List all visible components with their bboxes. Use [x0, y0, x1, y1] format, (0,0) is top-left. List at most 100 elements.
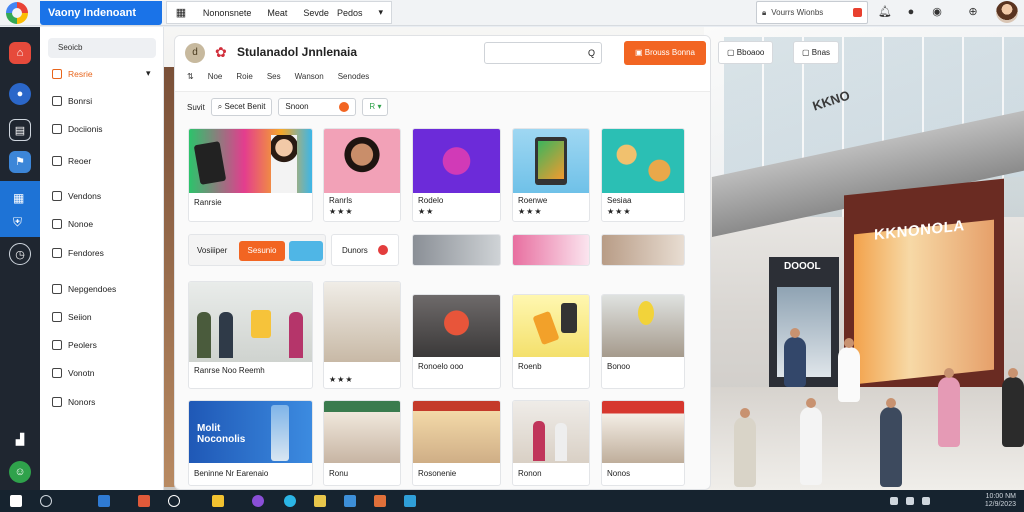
app-icon[interactable] — [344, 495, 356, 507]
sidebar-search[interactable]: Seoicb — [48, 38, 156, 58]
product-card[interactable]: Roenwe ★★★ — [512, 128, 590, 222]
app-icon[interactable] — [314, 495, 326, 507]
product-card[interactable]: Nonos — [601, 400, 685, 486]
subtab[interactable]: Noe — [208, 72, 223, 81]
product-card[interactable]: Ronon — [512, 400, 590, 486]
app-icon[interactable] — [374, 495, 386, 507]
volume-icon[interactable] — [922, 497, 930, 505]
app-icon[interactable] — [98, 495, 110, 507]
sidebar-item-label: Vonotn — [68, 368, 95, 378]
subtab[interactable]: Wanson — [295, 72, 324, 81]
card-title: Ranrse Noo Reemh — [194, 366, 265, 375]
sidebar-item-vonotn[interactable]: Vonotn — [52, 366, 94, 380]
tray-icon[interactable] — [890, 497, 898, 505]
app-icon[interactable] — [404, 495, 416, 507]
subtab[interactable]: Ses — [267, 72, 281, 81]
top-tab[interactable]: Pedos — [337, 8, 363, 18]
top-right-button-1[interactable]: ▢ Bboaoo — [718, 41, 774, 64]
sidebar-item-vendons[interactable]: Vendons — [52, 189, 101, 203]
help-icon[interactable]: ⊕ — [966, 5, 980, 19]
user-avatar[interactable] — [996, 1, 1018, 23]
bell-icon[interactable]: 🔔︎ — [878, 5, 892, 19]
promo-banner[interactable]: Dunors — [331, 234, 399, 266]
grid-icon[interactable]: ▦ — [175, 6, 187, 19]
sidebar-item-nonoe[interactable]: Nonoe — [52, 217, 93, 231]
card-title: Ranrsie — [194, 198, 222, 207]
settings-icon[interactable]: ◉ — [930, 5, 944, 19]
building-icon[interactable]: ▟ — [9, 429, 31, 451]
card-image — [602, 295, 684, 357]
sidebar-item-fendores[interactable]: Fendores — [52, 246, 104, 260]
card-image — [324, 129, 400, 193]
calendar-icon[interactable]: ▤ — [9, 119, 31, 141]
product-card[interactable]: Ronu — [323, 400, 401, 486]
sidebar-item-peolers[interactable]: Peolers — [52, 338, 97, 352]
wifi-icon[interactable] — [906, 497, 914, 505]
profile-icon[interactable]: ☺ — [9, 461, 31, 483]
filter-chip-select[interactable]: ⌕ Secet Benit — [210, 98, 273, 116]
sidebar-item-resrie[interactable]: Resrie — [52, 67, 93, 81]
card-title: Bonoo — [607, 362, 631, 371]
sidebar-item-nepgendoes[interactable]: Nepgendoes — [52, 282, 116, 296]
doc-icon: ▢ — [802, 48, 812, 57]
product-card[interactable]: Ranrsie — [188, 128, 313, 222]
product-card[interactable]: Molit Noconolis Beninne Nr Earenaio — [188, 400, 313, 486]
store-icon[interactable]: ⌂ — [9, 42, 31, 64]
brand-title[interactable]: Vaony Indenoant — [40, 1, 162, 25]
filter-chip-search[interactable]: Snoon — [278, 98, 357, 116]
promo-banner[interactable]: Vosiiiper Sesunio — [188, 234, 326, 266]
record-icon[interactable] — [853, 8, 862, 17]
sidebar-item-bonrsi[interactable]: Bonrsi — [52, 94, 92, 108]
global-search-text: Vourrs Wionbs — [771, 8, 824, 17]
product-card[interactable]: Sesiaa ★★★ — [601, 128, 685, 222]
clock-icon[interactable]: ◷ — [9, 243, 31, 265]
grid-icon[interactable]: ▦ ⛨ — [0, 181, 40, 237]
taskbar-clock[interactable]: 10:00 NM 12/9/2023 — [985, 493, 1016, 509]
user-icon[interactable]: ● — [9, 83, 31, 105]
store-panel: d ✿ Stulanadol Jnnlenaia ⇅ Noe Roie Ses … — [174, 35, 711, 490]
folder-icon[interactable] — [212, 495, 224, 507]
browse-button[interactable]: ▣ Brouss Bonna — [624, 41, 706, 65]
promo-button[interactable]: Sesunio — [239, 241, 285, 261]
app-icon[interactable] — [284, 495, 296, 507]
sidebar-item-label: Nonoe — [68, 219, 94, 229]
shopper — [838, 338, 860, 402]
top-tab[interactable]: Meat — [267, 8, 287, 18]
chevron-down-icon[interactable]: ▾ — [146, 68, 151, 79]
map-icon[interactable]: ⚑ — [9, 151, 31, 173]
shopper — [800, 398, 822, 485]
top-tab[interactable]: Nononsnete — [203, 8, 252, 18]
sort-icon[interactable]: ⇅ — [187, 72, 194, 81]
product-card[interactable]: Ranrse Noo Reemh — [188, 281, 313, 389]
browser-icon[interactable] — [168, 495, 180, 507]
sidebar-item-dociionis[interactable]: Dociionis — [52, 122, 103, 136]
chevron-down-icon[interactable]: ▾ — [378, 7, 383, 18]
product-card[interactable]: Roenb — [512, 294, 590, 389]
start-icon[interactable] — [10, 495, 22, 507]
chat-icon[interactable]: ● — [904, 5, 918, 19]
filter-chip-green[interactable]: R ▾ — [362, 98, 389, 116]
global-search-input[interactable]: 🔒︎ Vourrs Wionbs — [756, 1, 868, 24]
product-card[interactable]: Rodelo ★★ — [412, 128, 501, 222]
top-tab[interactable]: Sevde — [303, 8, 329, 18]
product-card[interactable]: ★★★ — [323, 281, 401, 389]
product-card[interactable]: Ronoelo ooo — [412, 294, 501, 389]
sidebar-item-seiion[interactable]: Seiion — [52, 310, 92, 324]
product-card[interactable]: Bonoo — [601, 294, 685, 389]
subtab[interactable]: Senodes — [338, 72, 370, 81]
subtab[interactable]: Roie — [236, 72, 252, 81]
sidebar-item-reoer[interactable]: Reoer — [52, 154, 91, 168]
search-icon[interactable] — [40, 495, 52, 507]
product-card[interactable]: Ranrls ★★★ — [323, 128, 401, 222]
product-card[interactable]: Rosonenie — [412, 400, 501, 486]
card-title: Sesiaa — [607, 196, 632, 205]
app-icon[interactable] — [138, 495, 150, 507]
app-icon[interactable] — [252, 495, 264, 507]
panel-search-input[interactable]: Q — [484, 42, 602, 64]
app-logo-icon[interactable] — [6, 2, 28, 24]
sidebar-item-nonors[interactable]: Nonors — [52, 395, 95, 409]
chart-icon — [52, 284, 62, 294]
shop-logo[interactable]: d — [185, 43, 205, 63]
top-right-button-2[interactable]: ▢ Bnas — [793, 41, 840, 64]
shopper — [1002, 368, 1024, 447]
